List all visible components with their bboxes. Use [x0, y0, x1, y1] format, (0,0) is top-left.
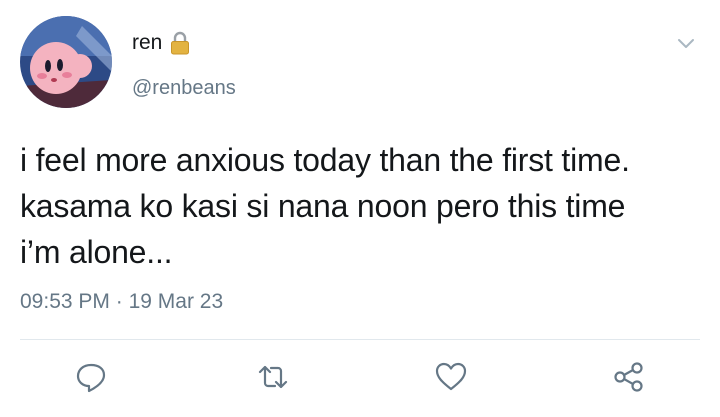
- display-name[interactable]: ren: [132, 30, 162, 56]
- tweet-line: i feel more anxious today than the first…: [20, 142, 630, 178]
- avatar[interactable]: [20, 16, 112, 108]
- share-icon: [614, 362, 643, 392]
- tweet-line: i’m alone...: [20, 234, 173, 270]
- author-name-row[interactable]: ren: [132, 30, 190, 56]
- tweet-timestamp[interactable]: 09:53 PM · 19 Mar 23: [20, 289, 223, 315]
- retweet-icon: [258, 365, 288, 389]
- meta-separator: ·: [115, 290, 123, 313]
- like-button[interactable]: [434, 360, 468, 394]
- tweet-text: i feel more anxious today than the first…: [20, 137, 700, 275]
- chevron-down-icon[interactable]: [676, 34, 696, 54]
- handle[interactable]: @renbeans: [132, 76, 236, 100]
- like-icon: [435, 362, 467, 391]
- retweet-button[interactable]: [256, 360, 290, 394]
- reply-icon: [76, 363, 106, 393]
- divider: [20, 339, 700, 340]
- tweet-date: 19 Mar 23: [128, 290, 224, 313]
- lock-icon: [170, 31, 190, 55]
- kirby-avatar-image: [20, 16, 112, 108]
- share-button[interactable]: [612, 360, 646, 394]
- tweet-line: kasama ko kasi si nana noon pero this ti…: [20, 188, 626, 224]
- reply-button[interactable]: [74, 360, 108, 394]
- tweet-time: 09:53 PM: [20, 290, 110, 313]
